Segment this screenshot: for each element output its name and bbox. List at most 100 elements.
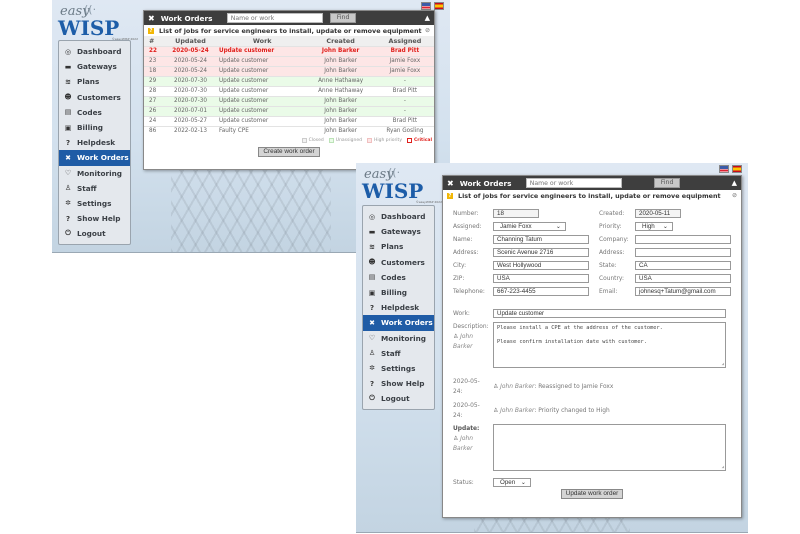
flag-spanish-icon[interactable] [732,165,742,173]
cell-updated: 2020-07-30 [162,85,219,96]
company-label: Company: [599,236,629,243]
table-row[interactable]: 22 2020-05-24 Update customer John Barker Br… [144,45,434,56]
update-label: Update: [453,426,480,432]
column-header-created[interactable]: Created [305,36,376,46]
assigned-select[interactable]: Jamie Foxx ⌄ [493,221,566,232]
sidebar-item-customers[interactable]: ☻ Customers [363,255,434,270]
sidebar-item-billing[interactable]: ▣ Billing [363,285,434,300]
table-row[interactable]: 27 2020-07-30 Update customer John Barker - [144,95,434,106]
sidebar-item-logout[interactable]: ⏻ Logout [59,226,130,241]
help-icon[interactable]: ? [148,27,154,34]
update-textarea[interactable] [493,424,726,471]
table-row[interactable]: 23 2020-05-24 Update customer John Barker Ja… [144,55,434,66]
heartbeat-icon: ♡ [368,334,376,343]
sidebar-item-label: Codes [381,272,406,282]
zip-field[interactable]: USA [493,273,589,284]
email-label: Email: [599,288,618,295]
table-row[interactable]: 26 2020-07-01 Update customer John Barker - [144,105,434,116]
address-field[interactable]: Scenic Avenue 2716 [493,247,589,258]
name-field[interactable]: Channing Tatum [493,234,589,245]
find-button[interactable]: Find [653,178,681,188]
sidebar-item-dashboard[interactable]: ◎ Dashboard [363,209,434,224]
sidebar-item-show-help[interactable]: ? Show Help [363,376,434,391]
work-order-form-panel: ✖ Work Orders Find ▲ ? List of jobs for … [442,175,742,518]
cell-created: John Barker [305,45,376,56]
sidebar-item-work-orders[interactable]: ✖ Work Orders [363,315,434,331]
address2-field[interactable] [635,247,731,258]
update-work-order-button[interactable]: Update work order [560,489,624,499]
collapse-icon[interactable]: ▲ [732,179,737,187]
sidebar-item-monitoring[interactable]: ♡ Monitoring [59,166,130,181]
hide-help-icon[interactable]: ⊘ [732,192,737,199]
priority-select[interactable]: High ⌄ [635,221,673,232]
flag-english-icon[interactable] [719,165,729,173]
created-field: 2020-05-11 [635,208,681,219]
search-input[interactable] [226,13,323,23]
table-row[interactable]: 18 2020-05-24 Update customer John Barker Ja… [144,65,434,76]
sidebar-item-billing[interactable]: ▣ Billing [59,120,130,135]
update-author-last: Barker [453,446,473,452]
sidebar-item-label: Show Help [77,214,121,224]
name-label: Name: [453,236,473,243]
column-header-updated[interactable]: Updated [162,36,219,46]
number-label: Number: [453,210,479,217]
history-entry: 2020-05- 24: ♙ John Barker: Priority chan… [453,400,731,422]
sidebar-item-settings[interactable]: ✲ Settings [363,361,434,376]
table-row[interactable]: 86 2022-02-13 Faulty CPE John Barker Ryan Go… [144,125,434,136]
flag-english-icon[interactable] [421,2,431,10]
telephone-field[interactable]: 667-223-4455 [493,286,589,297]
description-textarea[interactable]: Please install a CPE at the address of t… [493,322,726,368]
email-field[interactable]: johnesq+Tatum@gmail.com [635,286,731,297]
company-field[interactable] [635,234,731,245]
sidebar-item-plans[interactable]: ≋ Plans [363,239,434,254]
table-row[interactable]: 24 2020-05-27 Update customer John Barker Br… [144,115,434,126]
legend-closed: Closed [301,138,324,143]
sidebar-item-customers[interactable]: ☻ Customers [59,90,130,105]
sidebar-item-gateways[interactable]: ▬ Gateways [59,59,130,74]
legend-high-priority: High priority [366,138,402,143]
plans-icon: ≋ [65,77,71,86]
table-row[interactable]: 29 2020-07-30 Update customer Anne Hathaway… [144,75,434,86]
cell-assigned: - [375,75,434,86]
sidebar-item-helpdesk[interactable]: ? Helpdesk [59,135,130,150]
sidebar-item-dashboard[interactable]: ◎ Dashboard [59,44,130,59]
column-header-number[interactable]: # [144,36,162,46]
sidebar-item-work-orders[interactable]: ✖ Work Orders [59,150,130,166]
city-field[interactable]: West Hollywood [493,260,589,271]
flag-spanish-icon[interactable] [434,2,444,10]
sidebar-item-staff[interactable]: ♙ Staff [363,346,434,361]
table-row[interactable]: 28 2020-07-30 Update customer Anne Hathaway… [144,85,434,96]
sidebar-item-codes[interactable]: ▤ Codes [59,105,130,120]
sidebar-item-helpdesk[interactable]: ? Helpdesk [363,300,434,315]
column-header-assigned[interactable]: Assigned [375,36,434,46]
sidebar-item-label: Settings [77,198,112,208]
sidebar-item-codes[interactable]: ▤ Codes [363,270,434,285]
priority-label: Priority: [599,223,622,230]
description-author-first: John [460,334,473,340]
sidebar-item-monitoring[interactable]: ♡ Monitoring [363,331,434,346]
status-select[interactable]: Open ⌄ [493,477,531,488]
help-icon[interactable]: ? [447,192,453,199]
history-text: : Reassigned to Jamie Foxx [534,384,614,390]
user-icon: ♙ [368,349,376,358]
cell-assigned: - [375,95,434,106]
work-field[interactable]: Update customer [493,308,726,319]
country-field[interactable]: USA [635,273,731,284]
cell-work: Update customer [218,65,306,76]
sidebar-item-settings[interactable]: ✲ Settings [59,196,130,211]
sidebar-item-staff[interactable]: ♙ Staff [59,181,130,196]
assigned-value: Jamie Foxx [500,222,532,230]
sidebar-item-gateways[interactable]: ▬ Gateways [363,224,434,239]
sidebar-item-label: Show Help [381,379,425,389]
sidebar-item-show-help[interactable]: ? Show Help [59,211,130,226]
hide-help-icon[interactable]: ⊘ [425,27,430,34]
create-work-order-button[interactable]: Create work order [258,147,320,157]
search-input[interactable] [525,178,622,188]
state-field[interactable]: CA [635,260,731,271]
sidebar-item-plans[interactable]: ≋ Plans [59,74,130,89]
description-author-last: Barker [453,344,473,350]
collapse-icon[interactable]: ▲ [425,14,430,22]
sidebar-item-logout[interactable]: ⏻ Logout [363,391,434,406]
find-button[interactable]: Find [329,13,357,23]
column-header-work[interactable]: Work [218,36,306,46]
